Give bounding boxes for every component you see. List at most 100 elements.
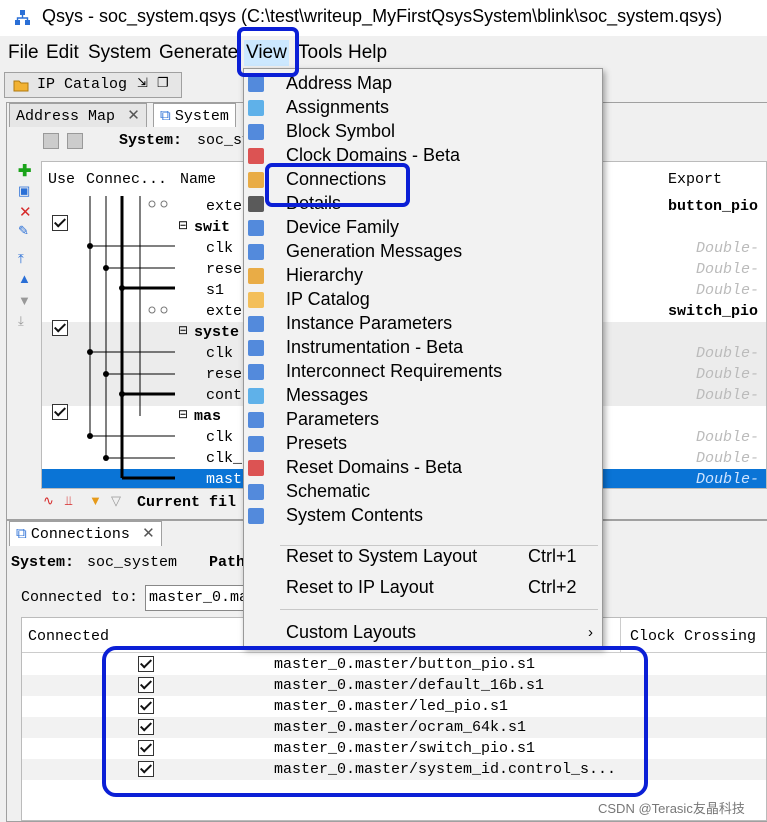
details-icon [248, 196, 264, 212]
system-contents-icon [248, 508, 264, 524]
row-export[interactable]: button_pio [668, 198, 758, 215]
clock-filter-icon[interactable]: ∿ [43, 493, 54, 509]
menu-separator [280, 609, 598, 610]
row-name: clk [206, 429, 234, 446]
menu-system[interactable]: System [86, 40, 153, 66]
clear-filter-icon[interactable]: ▽ [111, 493, 121, 509]
close-icon[interactable]: ✕ [127, 107, 140, 124]
menu-item-parameters[interactable]: Parameters [244, 408, 602, 432]
row-export[interactable]: Double- [696, 471, 759, 488]
move-bottom-icon[interactable]: ⤓ [18, 313, 24, 329]
menu-item-label: Reset Domains - Beta [286, 457, 463, 477]
menu-item-device-family[interactable]: Device Family [244, 216, 602, 240]
component-icon[interactable]: ▣ [18, 183, 30, 199]
menu-item-schematic[interactable]: Schematic [244, 480, 602, 504]
reset-filter-icon[interactable]: ⫫ [65, 493, 72, 509]
expand-icon[interactable] [67, 133, 83, 149]
remove-icon[interactable]: ✕ [19, 203, 32, 221]
menu-item-address-map[interactable]: Address Map [244, 72, 602, 96]
menu-item-label: Hierarchy [286, 265, 364, 285]
restore-icon[interactable]: ❐ [157, 75, 169, 91]
menu-item-label: Device Family [286, 217, 400, 237]
menu-item-messages[interactable]: Messages [244, 384, 602, 408]
current-filter-label: Current fil [137, 494, 237, 511]
address-map-icon [248, 76, 264, 92]
row-name: mas [194, 408, 222, 425]
edit-icon[interactable]: ✎ [18, 223, 29, 239]
col-export[interactable]: Export [668, 171, 722, 188]
row-export[interactable]: Double- [696, 261, 759, 278]
menu-item-label: Custom Layouts [286, 622, 417, 642]
side-toolbar: ✚ ▣ ✕ ✎ ⤒ ▲ ▼ ⤓ [15, 159, 35, 329]
row-export[interactable]: Double- [696, 387, 759, 404]
parameters-icon [248, 412, 264, 428]
menu-item-instrumentation-beta[interactable]: Instrumentation - Beta [244, 336, 602, 360]
move-top-icon[interactable]: ⤒ [18, 251, 24, 267]
close-icon[interactable]: ✕ [142, 525, 155, 542]
menu-item-hierarchy[interactable]: Hierarchy [244, 264, 602, 288]
menu-item-reset-ip-layout[interactable]: Reset to IP Layout Ctrl+2 [244, 576, 602, 600]
device-family-icon [248, 220, 264, 236]
menu-item-presets[interactable]: Presets [244, 432, 602, 456]
col-connections[interactable]: Connec... [86, 171, 167, 188]
menu-item-label: Address Map [286, 73, 393, 93]
row-export[interactable]: Double- [696, 240, 759, 257]
highlight-view-menu [237, 27, 299, 77]
tab-system[interactable]: ⧉ System [153, 103, 236, 128]
tab-connections[interactable]: ⧉ Connections ✕ [9, 521, 162, 546]
tab-address-map[interactable]: Address Map ✕ [9, 103, 147, 128]
col-clock-crossing[interactable]: Clock Crossing [630, 628, 756, 645]
use-checkbox[interactable] [52, 320, 68, 336]
menu-item-ip-catalog[interactable]: IP Catalog [244, 288, 602, 312]
add-icon[interactable]: ✚ [18, 161, 31, 181]
use-checkbox[interactable] [52, 404, 68, 420]
menu-generate[interactable]: Generate [157, 40, 240, 66]
menu-item-block-symbol[interactable]: Block Symbol [244, 120, 602, 144]
ip-catalog-tab[interactable]: IP Catalog ⇲ ❐ [4, 72, 182, 98]
menu-help[interactable]: Help [346, 40, 389, 66]
menu-item-shortcut: Ctrl+2 [528, 577, 577, 597]
use-checkbox[interactable] [52, 215, 68, 231]
instance-parameters-icon [248, 316, 264, 332]
filter-icon[interactable]: ▼ [89, 493, 102, 508]
row-export[interactable]: Double- [696, 450, 759, 467]
menu-item-label: Messages [286, 385, 369, 405]
menu-tools[interactable]: Tools [296, 40, 344, 66]
connections-system-label: System: [11, 554, 75, 571]
row-export[interactable]: Double- [696, 345, 759, 362]
menu-item-interconnect-requirements[interactable]: Interconnect Requirements [244, 360, 602, 384]
minimize-icon[interactable]: ⇲ [137, 75, 148, 91]
instrumentation-beta-icon [248, 340, 264, 356]
row-export[interactable]: Double- [696, 366, 759, 383]
col-name[interactable]: Name [180, 171, 216, 188]
row-export[interactable]: switch_pio [668, 303, 758, 320]
menu-file[interactable]: File [6, 40, 41, 66]
folder-icon [13, 80, 29, 92]
row-export[interactable]: Double- [696, 282, 759, 299]
row-name: clk_ [206, 450, 243, 467]
row-name: mast [206, 471, 243, 488]
connected-to-field[interactable]: master_0.ma [145, 585, 257, 611]
menu-item-reset-system-layout[interactable]: Reset to System Layout Ctrl+1 [244, 545, 602, 569]
menu-item-reset-domains-beta[interactable]: Reset Domains - Beta [244, 456, 602, 480]
menu-item-custom-layouts[interactable]: Custom Layouts › [244, 621, 602, 645]
generation-messages-icon [248, 244, 264, 260]
collapse-icon[interactable] [43, 133, 59, 149]
menu-item-assignments[interactable]: Assignments [244, 96, 602, 120]
tab-connections-label: Connections [30, 526, 130, 543]
menu-item-generation-messages[interactable]: Generation Messages [244, 240, 602, 264]
row-name: rese [206, 366, 243, 383]
move-up-icon[interactable]: ▲ [18, 271, 31, 286]
reset-domains-beta-icon [248, 460, 264, 476]
menu-item-label: Instance Parameters [286, 313, 453, 333]
menu-item-system-contents[interactable]: System Contents [244, 504, 602, 528]
col-connected[interactable]: Connected [28, 628, 109, 645]
connections-system-value: soc_system [87, 554, 178, 571]
col-use[interactable]: Use [48, 171, 75, 188]
menu-item-instance-parameters[interactable]: Instance Parameters [244, 312, 602, 336]
menu-edit[interactable]: Edit [44, 40, 81, 66]
row-name: clk [206, 240, 234, 257]
move-down-icon[interactable]: ▼ [18, 293, 31, 308]
row-name: exte [206, 198, 243, 215]
row-export[interactable]: Double- [696, 429, 759, 446]
